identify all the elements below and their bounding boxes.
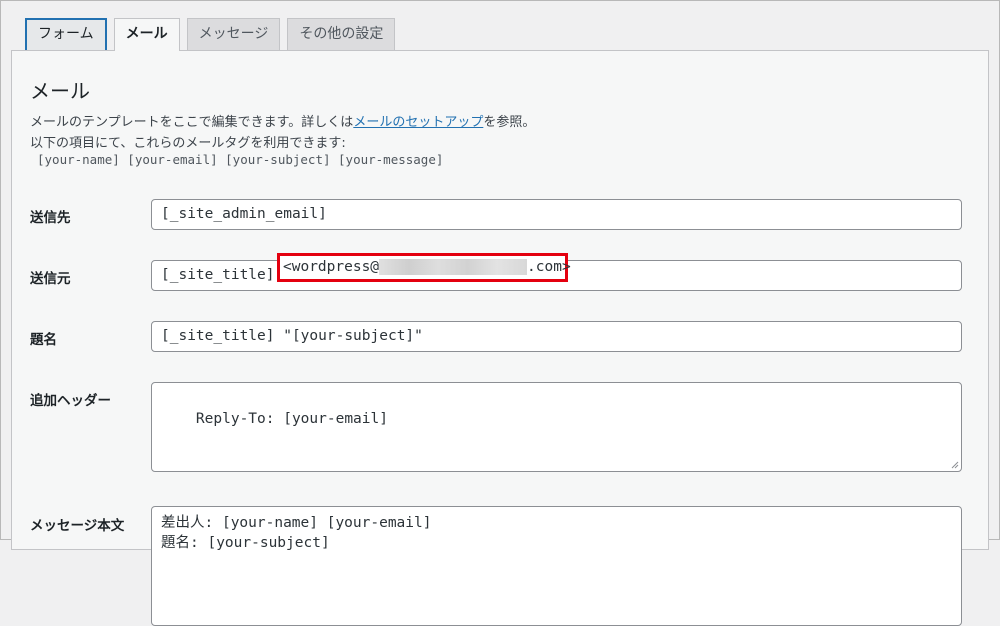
highlight-box: <wordpress@ .com>	[277, 253, 571, 282]
mail-setup-link[interactable]: メールのセットアップ	[353, 115, 483, 130]
description-prefix: メールのテンプレートをここで編集できます。詳しくは	[30, 115, 354, 130]
additional-headers-textarea[interactable]: Reply-To: [your-email]	[151, 382, 962, 472]
from-address-end: .com>	[527, 259, 571, 275]
tab-form[interactable]: フォーム	[25, 18, 107, 50]
subject-label: 題名	[30, 332, 57, 348]
tab-bar: フォーム メール メッセージ その他の設定	[25, 18, 396, 51]
headers-value: Reply-To: [your-email]	[195, 411, 388, 427]
from-site-title: [_site_title]	[161, 267, 275, 283]
mail-panel: メール メールのテンプレートをここで編集できます。詳しくはメールのセットアップを…	[11, 50, 989, 626]
section-description: メールのテンプレートをここで編集できます。詳しくはメールのセットアップを参照。	[30, 111, 535, 130]
message-body-label: メッセージ本文	[30, 518, 125, 534]
from-field[interactable]: [_site_title] <wordpress@ .com>	[151, 253, 962, 291]
to-label: 送信先	[30, 210, 71, 226]
resize-handle-icon[interactable]	[951, 461, 959, 469]
message-body-textarea[interactable]: 差出人: [your-name] [your-email] 題名: [your-…	[151, 506, 962, 626]
subject-field[interactable]: [_site_title] "[your-subject]"	[151, 321, 962, 352]
mail-tags: [your-name] [your-email] [your-subject] …	[37, 152, 444, 167]
tags-intro: 以下の項目にて、これらのメールタグを利用できます:	[30, 136, 346, 151]
tab-additional-settings[interactable]: その他の設定	[287, 18, 396, 50]
additional-headers-label: 追加ヘッダー	[30, 393, 111, 409]
from-address-start: <wordpress@	[283, 259, 380, 275]
tab-mail[interactable]: メール	[113, 18, 180, 51]
tab-messages[interactable]: メッセージ	[186, 18, 281, 50]
to-field[interactable]: [_site_admin_email]	[151, 199, 962, 230]
from-label: 送信元	[30, 271, 71, 287]
description-suffix: を参照。	[483, 115, 536, 130]
redacted-domain	[379, 259, 528, 275]
section-title: メール	[30, 79, 90, 103]
